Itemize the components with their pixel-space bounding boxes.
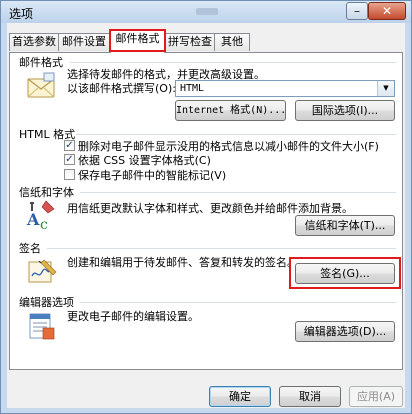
compose-format-value: HTML [180,83,205,94]
internet-format-button[interactable]: Internet 格式(N)... [175,100,286,121]
separator [47,248,396,249]
dialog-body: 首选参数 邮件设置 邮件格式 拼写检查 其他 邮件格式 选择待发邮件的格式，并更… [7,23,405,408]
tab-other[interactable]: 其他 [214,33,250,51]
title-bar: 选项 – ✕ [1,1,411,23]
options-dialog: 选项 – ✕ 首选参数 邮件设置 邮件格式 拼写检查 其他 邮件格式 选择待发邮… [0,0,412,414]
tab-spelling[interactable]: 拼写检查 [165,33,215,51]
chevron-down-icon: ▼ [377,81,394,96]
section-title-mail-format: 邮件格式 [19,56,63,69]
section-title-editor: 编辑器选项 [19,296,74,309]
section-title-signatures: 签名 [19,242,41,255]
tab-preferences[interactable]: 首选参数 [9,33,59,51]
tab-mail-format[interactable]: 邮件格式 [110,30,165,53]
envelope-icon [27,72,55,98]
compose-format-label: 以该邮件格式撰写(O): [67,82,176,95]
signatures-button[interactable]: 签名(G)... [295,263,395,284]
close-button[interactable]: ✕ [368,2,406,20]
svg-text:c: c [40,217,48,231]
separator [80,192,396,193]
cancel-button[interactable]: 取消 [279,386,341,407]
mail-format-panel: 邮件格式 选择待发邮件的格式，并更改高级设置。 以该邮件格式撰写(O): HTM… [9,52,403,370]
apply-button[interactable]: 应用(A) [349,386,403,407]
smart-tags-checkbox[interactable] [64,169,75,180]
separator [76,134,396,135]
international-options-button[interactable]: 国际选项(I)... [295,100,395,121]
signatures-description: 创建和编辑用于待发邮件、答复和转发的签名。 [67,256,298,269]
minimize-button[interactable]: – [346,2,368,20]
css-fonts-label: 依据 CSS 设置字体格式(C) [78,154,211,167]
fonts-icon: A c [26,200,55,231]
editor-icon [29,313,55,340]
stationery-description: 用信纸更改默认字体和样式、更改颜色并给邮件添加背景。 [67,202,353,215]
title-blur [196,8,218,15]
tab-strip: 首选参数 邮件设置 邮件格式 拼写检查 其他 [7,30,405,53]
svg-text:A: A [26,210,40,229]
separator [80,302,396,303]
smart-tags-label: 保存电子邮件中的智能标记(V) [78,169,227,182]
compose-format-select[interactable]: HTML ▼ [175,80,395,97]
css-fonts-checkbox[interactable]: ✓ [64,154,75,165]
signature-icon [28,259,57,283]
separator [70,62,396,63]
stationery-fonts-button[interactable]: 信纸和字体(T)... [295,215,395,236]
window-title: 选项 [9,7,34,21]
editor-options-button[interactable]: 编辑器选项(D)... [295,321,395,342]
strip-formatting-checkbox[interactable]: ✓ [64,140,75,151]
editor-description: 更改电子邮件的编辑设置。 [67,310,199,323]
tab-mail-setup[interactable]: 邮件设置 [58,33,110,51]
section-title-stationery: 信纸和字体 [19,186,74,199]
ok-button[interactable]: 确定 [209,386,271,407]
